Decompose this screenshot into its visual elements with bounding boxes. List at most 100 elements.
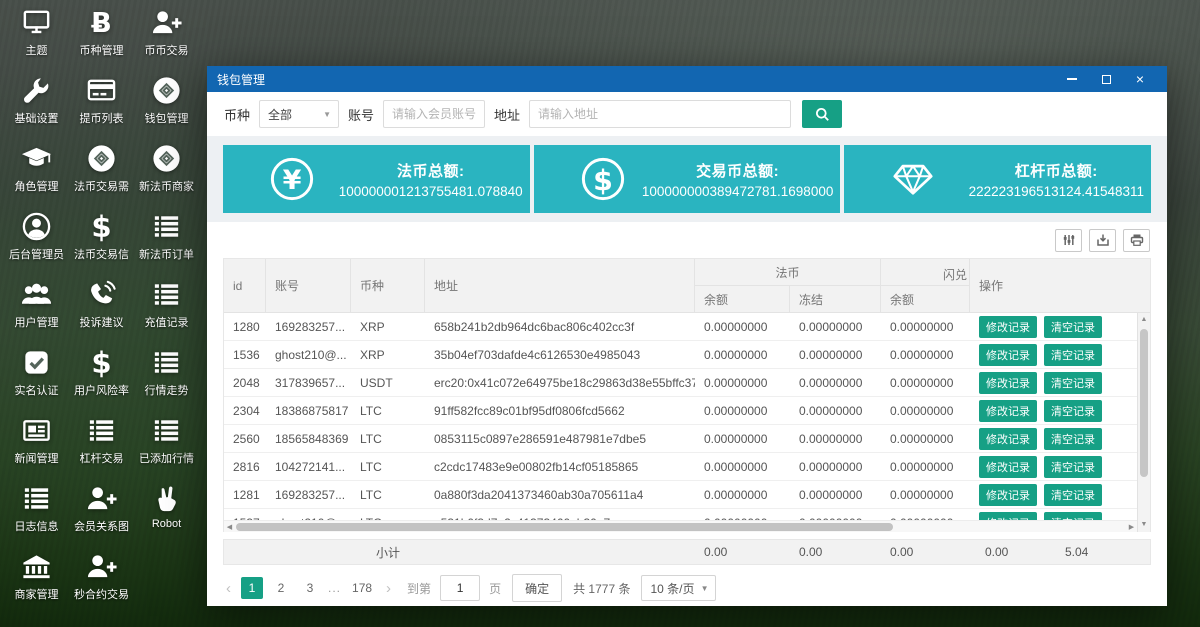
desktop-icon-list-11[interactable]: 新法币订单: [134, 210, 199, 265]
minimize-button[interactable]: [1055, 66, 1089, 92]
edit-record-button[interactable]: 修改记录: [979, 428, 1037, 450]
clear-record-button[interactable]: 清空记录: [1044, 456, 1102, 478]
cell-frozen: 0.00000000: [790, 397, 881, 424]
desktop-icon-label: 商家管理: [15, 586, 59, 602]
search-button[interactable]: [802, 100, 842, 128]
bitcoin-icon: Ƀ: [85, 6, 118, 39]
cell-frozen: 0.00000000: [790, 481, 881, 508]
cell-id: 1281: [224, 481, 266, 508]
desktop-icon-list-19[interactable]: 杠杆交易: [69, 414, 134, 469]
desktop-icon-label: Robot: [152, 518, 181, 530]
close-button[interactable]: ×: [1123, 66, 1157, 92]
prev-page-chevron[interactable]: ‹: [223, 580, 234, 597]
grad-cap-icon: [20, 142, 53, 175]
table-row: 1280169283257...XRP658b241b2db964dc6bac8…: [224, 313, 1137, 341]
desktop-icon-wallet-7[interactable]: 法币交易需: [69, 142, 134, 197]
goto-page-input[interactable]: [440, 575, 480, 601]
scroll-up-arrow[interactable]: ▲: [1138, 313, 1150, 327]
cell-coin: LTC: [351, 425, 425, 452]
desktop-icon-bitcoin-1[interactable]: Ƀ币种管理: [69, 6, 134, 61]
desktop-icon-hand-23[interactable]: Robot: [134, 482, 199, 537]
desktop-icon-list-17[interactable]: 行情走势: [134, 346, 199, 401]
columns-button[interactable]: [1055, 229, 1082, 252]
horizontal-scroll-thumb[interactable]: [236, 523, 893, 531]
page-unit-label: 页: [489, 580, 501, 597]
desktop-icon-monitor-0[interactable]: 主题: [4, 6, 69, 61]
cell-frozen: 0.00000000: [790, 313, 881, 340]
cell-actions: 修改记录清空记录: [970, 313, 1137, 340]
desktop-icon-phone-13[interactable]: 投诉建议: [69, 278, 134, 333]
scroll-right-arrow[interactable]: ▶: [1126, 521, 1137, 532]
desktop-icon-wallet-5[interactable]: 钱包管理: [134, 74, 199, 129]
print-button[interactable]: [1123, 229, 1150, 252]
clear-record-button[interactable]: 清空记录: [1044, 372, 1102, 394]
desktop-icon-list-20[interactable]: 已添加行情: [134, 414, 199, 469]
desktop-icon-dollar-10[interactable]: $法币交易信: [69, 210, 134, 265]
desktop-icon-user-plus-25[interactable]: 秒合约交易: [69, 550, 134, 605]
vertical-scroll-thumb[interactable]: [1140, 329, 1148, 477]
desktop-icon-list-21[interactable]: 日志信息: [4, 482, 69, 537]
group-header-flash: 闪兑: [881, 259, 970, 286]
desktop-icon-list-14[interactable]: 充值记录: [134, 278, 199, 333]
table-row: 256018565848369LTC0853115c0897e286591e48…: [224, 425, 1137, 453]
cell-coin: LTC: [351, 481, 425, 508]
coin-select[interactable]: 全部 ▼: [259, 100, 339, 128]
desktop-icon-users-12[interactable]: 用户管理: [4, 278, 69, 333]
desktop-icon-label: 杠杆交易: [80, 450, 124, 466]
desktop-icon-wrench-3[interactable]: 基础设置: [4, 74, 69, 129]
desktop-icon-news-18[interactable]: 新闻管理: [4, 414, 69, 469]
cell-address: erc20:0x41c072e64975be18c29863d38e55bffc…: [425, 369, 695, 396]
desktop-icon-label: 充值记录: [145, 314, 189, 330]
coin-select-value: 全部: [268, 106, 292, 123]
horizontal-scrollbar[interactable]: ◀ ▶: [224, 520, 1137, 532]
page-number-1[interactable]: 1: [241, 577, 263, 599]
clear-record-button[interactable]: 清空记录: [1044, 400, 1102, 422]
desktop-icon-bank-24[interactable]: 商家管理: [4, 550, 69, 605]
scroll-down-arrow[interactable]: ▼: [1138, 518, 1150, 532]
address-input[interactable]: [529, 100, 791, 128]
clear-record-button[interactable]: 清空记录: [1044, 344, 1102, 366]
cell-account: 104272141...: [266, 453, 351, 480]
col-header-coin: 币种: [351, 259, 425, 313]
desktop-icon-dollar-16[interactable]: $用户风险率: [69, 346, 134, 401]
desktop-icon-label: 新闻管理: [15, 450, 59, 466]
page-number-178[interactable]: 178: [348, 577, 376, 599]
desktop-icon-label: 秒合约交易: [74, 586, 129, 602]
desktop-icon-check-15[interactable]: 实名认证: [4, 346, 69, 401]
cell-balance: 0.00000000: [695, 397, 790, 424]
maximize-button[interactable]: [1089, 66, 1123, 92]
page-number-3[interactable]: 3: [299, 577, 321, 599]
per-page-select[interactable]: 10 条/页 ▼: [641, 575, 715, 601]
card-title: 杠杆币总额:: [969, 160, 1144, 181]
desktop-icon-card-4[interactable]: 提币列表: [69, 74, 134, 129]
edit-record-button[interactable]: 修改记录: [979, 316, 1037, 338]
desktop-icon-label: 日志信息: [15, 518, 59, 534]
desktop-icon-label: 会员关系图: [74, 518, 129, 534]
user-circle-icon: [20, 210, 53, 243]
col-header-address: 地址: [425, 259, 695, 313]
cell-id: 2048: [224, 369, 266, 396]
edit-record-button[interactable]: 修改记录: [979, 344, 1037, 366]
page-number-2[interactable]: 2: [270, 577, 292, 599]
edit-record-button[interactable]: 修改记录: [979, 372, 1037, 394]
account-input[interactable]: [383, 100, 485, 128]
confirm-button[interactable]: 确定: [512, 574, 562, 602]
edit-record-button[interactable]: 修改记录: [979, 400, 1037, 422]
clear-record-button[interactable]: 清空记录: [1044, 316, 1102, 338]
cell-account: 169283257...: [266, 313, 351, 340]
card-value: 100000000389472781.1698000: [642, 184, 833, 199]
desktop-icon-wallet-8[interactable]: 新法币商家: [134, 142, 199, 197]
cell-flash-balance: 0.00000000: [881, 369, 970, 396]
clear-record-button[interactable]: 清空记录: [1044, 484, 1102, 506]
desktop-icon-user-circle-9[interactable]: 后台管理员: [4, 210, 69, 265]
export-button[interactable]: [1089, 229, 1116, 252]
vertical-scrollbar[interactable]: ▲ ▼: [1137, 313, 1150, 532]
scroll-left-arrow[interactable]: ◀: [224, 521, 235, 532]
desktop-icon-user-plus-22[interactable]: 会员关系图: [69, 482, 134, 537]
next-page-chevron[interactable]: ›: [383, 580, 394, 597]
desktop-icon-grad-cap-6[interactable]: 角色管理: [4, 142, 69, 197]
clear-record-button[interactable]: 清空记录: [1044, 428, 1102, 450]
edit-record-button[interactable]: 修改记录: [979, 456, 1037, 478]
edit-record-button[interactable]: 修改记录: [979, 484, 1037, 506]
desktop-icon-user-plus-2[interactable]: 币币交易: [134, 6, 199, 61]
